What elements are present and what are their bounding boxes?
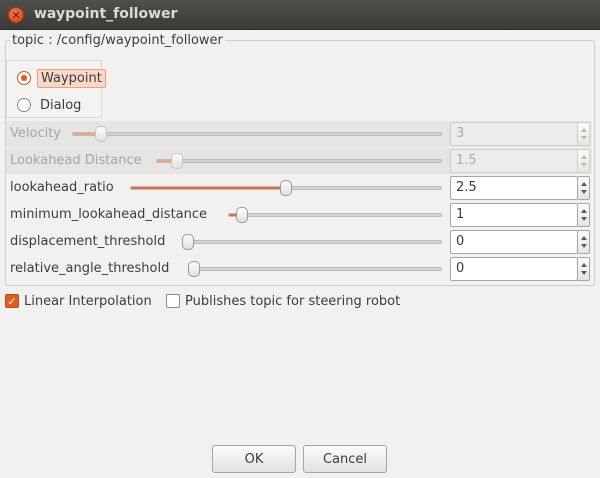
minimum-lookahead-distance-spin-arrows[interactable]	[578, 203, 590, 227]
linear-interpolation-checkbox[interactable]: ✓	[5, 294, 19, 308]
lookahead-ratio-spin-arrows[interactable]	[578, 176, 590, 200]
displacement-threshold-slider[interactable]	[182, 234, 442, 250]
close-icon[interactable]: ✕	[8, 7, 24, 23]
topic-group-label: topic : /config/waypoint_follower	[10, 33, 225, 48]
displacement-threshold-spin-arrows[interactable]	[578, 230, 590, 254]
radio-option-waypoint[interactable]: Waypoint	[17, 68, 106, 88]
param-label-relative-angle-threshold: relative_angle_threshold	[10, 261, 170, 276]
relative-angle-threshold-field[interactable]: 0	[450, 257, 578, 281]
param-label-lookahead-ratio: lookahead_ratio	[10, 180, 114, 195]
param-row-displacement-threshold: displacement_threshold 0	[6, 229, 592, 255]
param-row-minimum-lookahead-distance: minimum_lookahead_distance 1	[6, 202, 592, 228]
radio-label-waypoint: Waypoint	[37, 68, 106, 88]
param-label-lookahead-distance: Lookahead Distance	[10, 153, 142, 168]
lookahead-ratio-slider[interactable]	[130, 180, 442, 196]
radio-option-dialog[interactable]: Dialog	[17, 95, 84, 115]
publishes-topic-label: Publishes topic for steering robot	[185, 293, 401, 309]
ok-button[interactable]: OK	[212, 445, 296, 473]
title-bar: ✕ waypoint_follower	[0, 0, 600, 30]
velocity-slider[interactable]	[72, 126, 442, 142]
window-title: waypoint_follower	[34, 6, 178, 22]
mode-radio-group: Waypoint Dialog	[6, 60, 106, 118]
lookahead-ratio-field[interactable]: 2.5	[450, 176, 578, 200]
minimum-lookahead-distance-field[interactable]: 1	[450, 203, 578, 227]
publishes-topic-checkbox[interactable]	[166, 294, 180, 308]
lookahead-distance-spin-arrows[interactable]	[578, 149, 590, 173]
linear-interpolation-label: Linear Interpolation	[24, 293, 152, 309]
radio-button-dialog[interactable]	[17, 98, 31, 112]
param-label-minimum-lookahead-distance: minimum_lookahead_distance	[10, 207, 208, 222]
param-row-lookahead-ratio: lookahead_ratio 2.5	[6, 175, 592, 201]
publishes-topic-option[interactable]: Publishes topic for steering robot	[166, 292, 400, 310]
radio-button-waypoint[interactable]	[17, 71, 31, 85]
minimum-lookahead-distance-slider[interactable]	[228, 207, 442, 223]
velocity-slider-handle[interactable]	[95, 126, 108, 142]
lookahead-ratio-slider-fill	[131, 187, 286, 189]
displacement-threshold-slider-handle[interactable]	[182, 234, 194, 250]
param-label-velocity: Velocity	[10, 126, 61, 141]
linear-interpolation-option[interactable]: ✓ Linear Interpolation	[5, 292, 152, 310]
param-row-relative-angle-threshold: relative_angle_threshold 0	[6, 256, 592, 282]
lookahead-distance-field[interactable]: 1.5	[450, 149, 578, 173]
lookahead-distance-slider-handle[interactable]	[170, 153, 183, 169]
lookahead-distance-slider[interactable]	[156, 153, 442, 169]
displacement-threshold-field[interactable]: 0	[450, 230, 578, 254]
relative-angle-threshold-slider-handle[interactable]	[188, 261, 200, 277]
lookahead-ratio-slider-handle[interactable]	[280, 180, 292, 196]
velocity-spin-arrows[interactable]	[578, 122, 590, 146]
param-row-velocity: Velocity 3	[6, 121, 592, 147]
cancel-button[interactable]: Cancel	[303, 445, 387, 473]
radio-label-dialog: Dialog	[40, 97, 82, 113]
param-row-lookahead-distance: Lookahead Distance 1.5	[6, 148, 592, 174]
relative-angle-threshold-slider[interactable]	[188, 261, 442, 277]
velocity-field[interactable]: 3	[450, 122, 578, 146]
param-label-displacement-threshold: displacement_threshold	[10, 234, 166, 249]
minimum-lookahead-distance-slider-handle[interactable]	[236, 207, 249, 223]
relative-angle-threshold-spin-arrows[interactable]	[578, 257, 590, 281]
